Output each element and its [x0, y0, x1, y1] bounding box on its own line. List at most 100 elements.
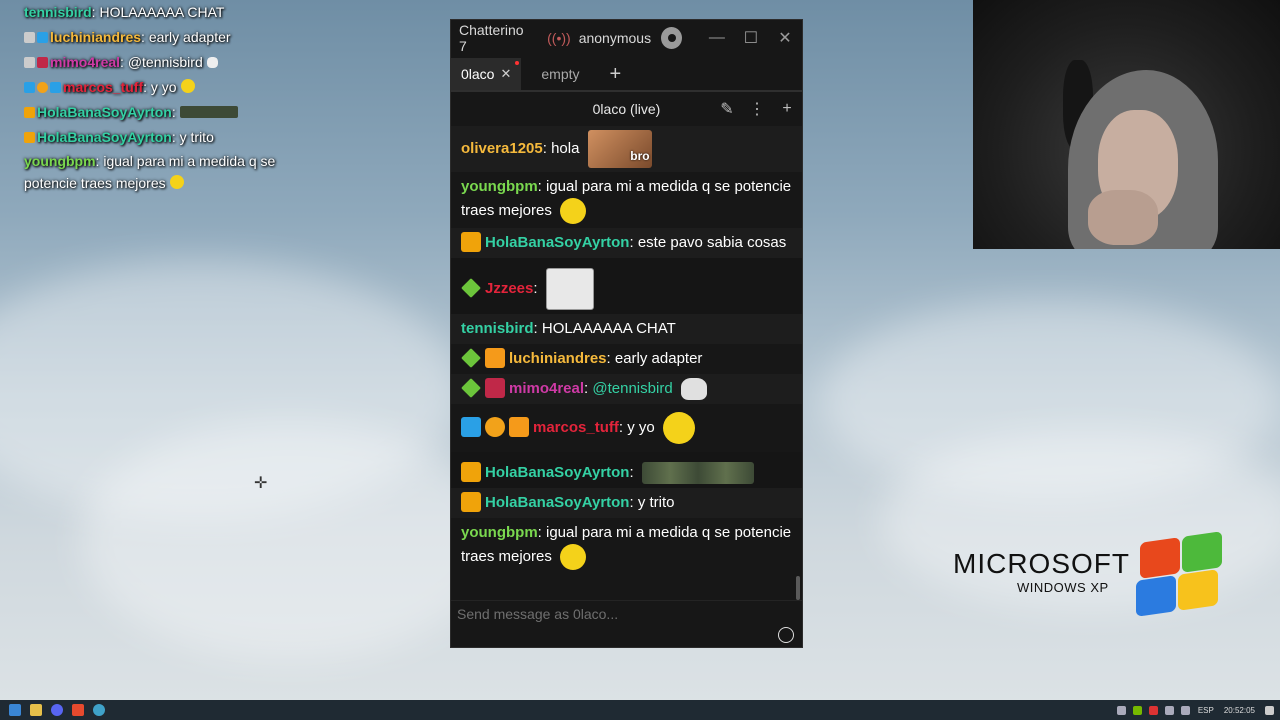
emoji-icon[interactable]: [778, 627, 794, 643]
windows-flag-icon: [1132, 531, 1222, 618]
chat-username[interactable]: Jzzees: [485, 280, 533, 297]
clock[interactable]: 20:52:05: [1224, 706, 1255, 715]
split-header[interactable]: 0laco (live) ✎ ⋮ +: [451, 90, 802, 126]
title-bar[interactable]: Chatterino 7 ((•)) anonymous — ☐ ✕: [451, 20, 802, 56]
chat-username[interactable]: olivera1205: [461, 140, 543, 157]
minimize-button[interactable]: —: [700, 29, 734, 47]
volume-icon[interactable]: [1180, 705, 1190, 715]
chat-message: mimo4real: @tennisbird: [451, 374, 802, 405]
crown-badge-icon[interactable]: [461, 492, 481, 513]
seven-badge-icon[interactable]: [485, 378, 505, 398]
chat-username[interactable]: mimo4real: [509, 380, 584, 397]
crown-badge-icon[interactable]: [461, 232, 481, 252]
brave-icon[interactable]: [72, 704, 84, 716]
chat-username[interactable]: luchiniandres: [509, 350, 607, 367]
tray-icon[interactable]: [1148, 705, 1158, 715]
cat-emote-icon: [206, 57, 218, 68]
chat-username[interactable]: youngbpm: [461, 178, 538, 195]
close-button[interactable]: ✕: [768, 28, 802, 48]
maximize-button[interactable]: ☐: [734, 28, 768, 48]
file-explorer-icon[interactable]: [30, 704, 42, 716]
chat-mention[interactable]: @tennisbird: [592, 380, 672, 397]
gear-icon[interactable]: [661, 27, 682, 49]
one-badge-icon[interactable]: [485, 417, 505, 437]
overlay-text: early adapter: [148, 29, 231, 45]
sub-badge-icon[interactable]: [509, 417, 529, 437]
trio-emote-icon[interactable]: [641, 462, 754, 485]
network-icon[interactable]: [1164, 705, 1174, 715]
hand: [1088, 190, 1158, 245]
close-tab-icon[interactable]: ✕: [500, 66, 511, 82]
overlay-username: HolaBanaSoyAyrton: [37, 129, 172, 145]
nvidia-icon[interactable]: [1132, 705, 1142, 715]
overlay-text: @tennisbird: [127, 54, 203, 70]
chat-username[interactable]: tennisbird: [461, 320, 534, 337]
add-split-icon[interactable]: +: [772, 100, 802, 118]
tab-0laco[interactable]: 0laco ✕: [451, 58, 522, 90]
overlay-username: marcos_tuff: [63, 79, 144, 95]
bro-emote-icon[interactable]: bro: [587, 130, 652, 168]
moderation-icon[interactable]: ✎: [712, 99, 742, 119]
chat-username[interactable]: youngbpm: [461, 524, 538, 541]
chat-message: luchiniandres: early adapter: [451, 344, 802, 374]
yellow-emote-icon[interactable]: [662, 412, 695, 445]
chat-message: HolaBanaSoyAyrton: este pavo sabia cosas: [451, 228, 802, 258]
cat-emote-icon[interactable]: [680, 378, 707, 401]
sub-badge-icon[interactable]: [485, 348, 505, 368]
prime-badge-icon[interactable]: [461, 378, 481, 398]
yellow-emote-icon[interactable]: [560, 198, 587, 224]
prime-badge-icon: [24, 57, 35, 68]
overlay-username: tennisbird: [24, 4, 92, 20]
overlay-message: tennisbird: HOLAAAAAA CHAT: [24, 4, 225, 20]
tab-empty[interactable]: empty: [531, 58, 589, 90]
overlay-message: luchiniandres: early adapter: [24, 25, 324, 50]
notification-icon[interactable]: [1265, 705, 1274, 715]
add-tab-button[interactable]: +: [600, 58, 632, 90]
message-input[interactable]: [455, 605, 759, 623]
chat-text: HOLAAAAAA CHAT: [541, 320, 676, 337]
chat-username[interactable]: marcos_tuff: [533, 419, 619, 436]
start-button-icon[interactable]: [9, 704, 21, 716]
crosshair-cursor-icon: ✛: [254, 475, 268, 492]
yellow-emote-icon[interactable]: [560, 544, 587, 571]
scrollbar[interactable]: [796, 576, 800, 600]
overlay-message: HolaBanaSoyAyrton:: [24, 100, 324, 125]
overlay-text: y yo: [150, 79, 177, 95]
chat-message: tennisbird: HOLAAAAAA CHAT: [451, 314, 802, 344]
account-switcher[interactable]: anonymous: [579, 30, 651, 46]
hammer-badge-icon: [24, 82, 35, 93]
chat-text: hola: [551, 139, 580, 157]
taskbar: ESP 20:52:05: [0, 700, 1280, 720]
overlay-text: HOLAAAAAA CHAT: [99, 4, 225, 20]
tab-bar: 0laco ✕ empty +: [451, 56, 802, 90]
chat-username[interactable]: HolaBanaSoyAyrton: [485, 234, 629, 251]
discord-icon[interactable]: [51, 704, 63, 716]
crown-badge-icon[interactable]: [461, 462, 481, 483]
chat-username[interactable]: HolaBanaSoyAyrton: [485, 464, 629, 481]
tray-icon[interactable]: [1116, 705, 1126, 715]
tab-label: empty: [541, 66, 580, 82]
meme-emote-icon[interactable]: [545, 268, 594, 310]
live-status-icon[interactable]: ((•)): [547, 30, 571, 46]
crown-badge-icon: [24, 107, 35, 118]
chat-message: olivera1205: hola bro: [451, 126, 802, 172]
chatterino-taskbar-icon[interactable]: [93, 704, 105, 716]
hammer-badge-icon[interactable]: [461, 417, 481, 437]
sub-badge-icon: [37, 32, 48, 43]
webcam-feed: [973, 0, 1280, 249]
windows-xp-logo: MICROSOFT WINDOWS XP: [953, 548, 1130, 595]
chat-message: youngbpm: igual para mi a medida q se po…: [451, 518, 802, 574]
prime-badge-icon[interactable]: [461, 278, 481, 298]
chat-username[interactable]: HolaBanaSoyAyrton: [485, 494, 629, 511]
system-tray: ESP 20:52:05: [1110, 700, 1274, 720]
cloud: [80, 420, 500, 660]
chatterino-window: Chatterino 7 ((•)) anonymous — ☐ ✕ 0laco…: [450, 19, 803, 648]
menu-icon[interactable]: ⋮: [742, 99, 772, 119]
overlay-username: youngbpm: [24, 153, 96, 169]
sub-badge-icon: [50, 82, 61, 93]
chat-message: Jzzees:: [451, 258, 802, 314]
prime-badge-icon[interactable]: [461, 348, 481, 368]
language-indicator[interactable]: ESP: [1198, 706, 1214, 715]
overlay-message: marcos_tuff: y yo: [24, 75, 324, 100]
message-list[interactable]: olivera1205: hola bro youngbpm: igual pa…: [451, 126, 802, 602]
